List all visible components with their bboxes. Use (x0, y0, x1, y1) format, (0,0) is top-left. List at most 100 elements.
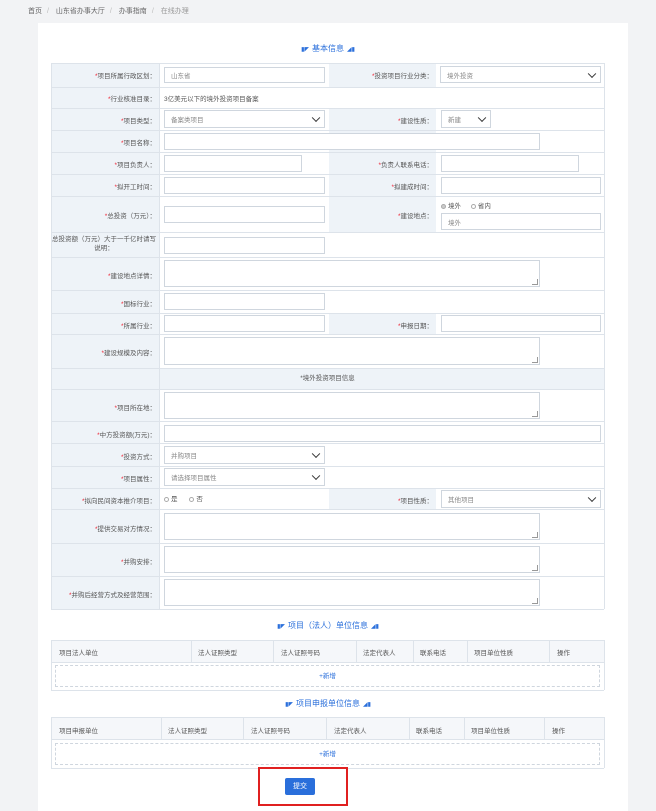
field-label: *申报日期： (397, 323, 433, 330)
location-radio-group: 境外 省内 (441, 200, 491, 210)
field-label: *项目名称： (120, 140, 156, 147)
column-header: 法定代表人 (363, 650, 396, 657)
field-label: 总投资额（万元）大于一千亿时请写说明： (52, 236, 156, 252)
section-title-legal-unit: ▮◤ 项目（法人）单位信息 ◢▮ (277, 621, 379, 630)
field-label: *拟建成时间： (391, 184, 433, 191)
column-header: 法人证照类型 (168, 728, 207, 735)
field-label: *建设规模及内容： (101, 350, 156, 357)
field-label: *国标行业： (120, 301, 156, 308)
title-deco-icon: ◢▮ (347, 47, 355, 53)
column-header: 法人证照号码 (281, 650, 320, 657)
column-header: 联系电话 (420, 650, 446, 657)
radio-unchecked-icon (470, 203, 476, 209)
breadcrumb-current: 在线办理 (160, 8, 189, 15)
section-subheader-overseas: *境外投资项目信息 (51, 368, 604, 389)
apply-unit-add-button[interactable]: +新增 (55, 743, 600, 765)
field-label: *总投资（万元）： (104, 213, 156, 220)
column-header: 法定代表人 (334, 728, 367, 735)
project-location-textarea[interactable] (164, 392, 540, 419)
field-label: *投资方式： (120, 454, 156, 461)
title-deco-icon: ▮◤ (301, 47, 309, 53)
project-type-select[interactable]: 备案类项目 (164, 110, 325, 128)
title-deco-icon: ▮◤ (285, 702, 293, 708)
column-header: 项目申报单位 (59, 728, 98, 735)
field-label: *负责人联系电话： (378, 162, 433, 169)
breadcrumb-guide[interactable]: 办事指南 (119, 8, 147, 15)
field-label: *项目性质： (397, 498, 433, 505)
breadcrumb-home[interactable]: 首页 (28, 8, 42, 15)
project-name-input[interactable] (164, 133, 540, 150)
field-label: *行业核准目录： (107, 96, 156, 103)
leader-phone-input[interactable] (441, 155, 579, 172)
title-deco-icon: ▮◤ (277, 624, 285, 630)
industry-input[interactable] (164, 315, 325, 332)
location-input[interactable]: 境外 (441, 213, 601, 230)
private-radio-no[interactable]: 否 (189, 496, 203, 503)
field-label: *投资项目行业分类： (371, 73, 433, 80)
investment-mode-select[interactable]: 并购项目 (164, 446, 325, 464)
field-label: *建设性质： (397, 118, 433, 125)
submit-button[interactable]: 提交 (285, 778, 315, 795)
field-label: *项目类型： (120, 118, 156, 125)
over-note-input[interactable] (164, 237, 325, 254)
field-label: *拟开工时间： (114, 184, 156, 191)
field-label: *提供交易对方情况： (94, 526, 156, 533)
end-time-input[interactable] (441, 177, 601, 194)
field-label: *并购安排： (120, 559, 156, 566)
field-label: *项目所属行政区划： (94, 73, 156, 80)
column-header: 法人证照类型 (198, 650, 237, 657)
post-merge-textarea[interactable] (164, 579, 540, 606)
location-radio-province[interactable]: 省内 (470, 203, 491, 210)
radio-unchecked-icon (164, 496, 169, 502)
column-header: 联系电话 (416, 728, 442, 735)
catalog-value: 3亿美元以下的境外投资项目备案 (164, 96, 259, 103)
column-header: 项目单位性质 (474, 650, 513, 657)
breadcrumb: 首页 / 山东省办事大厅 / 办事指南 / 在线办理 (28, 8, 189, 15)
radio-unchecked-icon (189, 496, 195, 502)
industry-class-select[interactable]: 境外投资 (440, 66, 601, 83)
scale-textarea[interactable] (164, 337, 540, 365)
cn-investment-input[interactable] (164, 425, 601, 442)
section-title-basic: ▮◤ 基本信息 ◢▮ (301, 44, 355, 53)
field-label: *建设地点： (397, 213, 433, 220)
chevron-down-icon (311, 449, 321, 459)
field-label: *项目属性： (120, 476, 156, 483)
leader-input[interactable] (164, 155, 302, 172)
project-nature-select[interactable]: 其他项目 (441, 490, 601, 508)
private-radio-group: 是 否 (164, 493, 203, 503)
field-label: *拟向民间资本推介项目： (81, 498, 156, 505)
start-time-input[interactable] (164, 177, 325, 194)
total-investment-input[interactable] (164, 206, 325, 223)
chevron-down-icon (587, 493, 597, 503)
section-title-apply-unit: ▮◤ 项目申报单位信息 ◢▮ (285, 699, 371, 708)
location-detail-textarea[interactable] (164, 260, 540, 287)
merge-plan-textarea[interactable] (164, 546, 540, 573)
column-header: 法人证照号码 (251, 728, 290, 735)
apply-table-header (51, 717, 604, 739)
national-industry-input[interactable] (164, 293, 325, 310)
apply-date-input[interactable] (441, 315, 601, 332)
field-label: *并购后经营方式及经营范围： (68, 592, 156, 599)
field-label: *建设地点详情： (107, 273, 156, 280)
project-attribute-select[interactable]: 请选择项目属性 (164, 468, 325, 486)
field-label: *所属行业： (120, 323, 156, 330)
title-deco-icon: ◢▮ (371, 624, 379, 630)
private-radio-yes[interactable]: 是 (164, 496, 178, 503)
field-label: *中方投资额(万元)： (97, 432, 156, 439)
field-label: *项目所在地： (114, 405, 156, 412)
field-label: *项目负责人： (114, 162, 156, 169)
column-header: 操作 (557, 650, 570, 657)
column-header: 项目法人单位 (59, 650, 98, 657)
title-deco-icon: ◢▮ (363, 702, 371, 708)
region-input[interactable]: 山东省 (164, 67, 325, 83)
breadcrumb-hall[interactable]: 山东省办事大厅 (56, 8, 105, 15)
chevron-down-icon (477, 113, 487, 123)
legal-unit-add-button[interactable]: +新增 (55, 665, 600, 687)
radio-checked-icon (441, 203, 446, 209)
nature-select[interactable]: 新建 (441, 110, 491, 128)
chevron-down-icon (311, 471, 321, 481)
location-radio-overseas[interactable]: 境外 (441, 203, 461, 210)
chevron-down-icon (587, 69, 597, 78)
legal-table-header (51, 640, 604, 662)
counterparty-textarea[interactable] (164, 513, 540, 540)
